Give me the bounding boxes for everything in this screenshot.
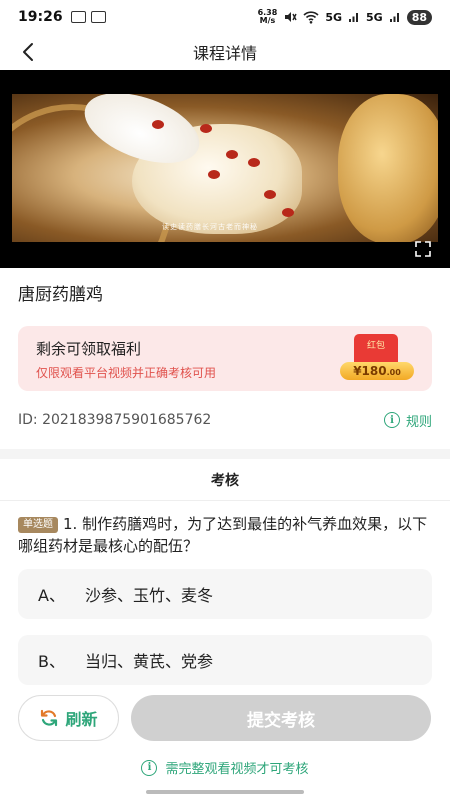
option-b[interactable]: B、 当归、黄芪、党参	[18, 635, 432, 685]
rules-label: 规则	[405, 414, 432, 430]
pot-graphic	[338, 94, 438, 242]
course-detail-page: 19:26 6.38 M/s 5G 5G 88 课程详情 读史读药膳长河古老而神…	[0, 0, 450, 800]
benefit-card: 剩余可领取福利 仅限观看平台视频并正确考核可用 红包 ¥180.00	[18, 326, 432, 391]
red-packet-label: 红包	[366, 341, 385, 351]
goji-berry	[264, 190, 276, 199]
video-caption: 读史读药膳长河古老而神秘	[162, 223, 258, 231]
course-id: ID: 2021839875901685762	[18, 412, 212, 428]
mute-icon	[285, 12, 297, 22]
section-divider	[0, 449, 450, 459]
goji-berry	[152, 120, 164, 129]
id-row: ID: 2021839875901685762 i 规则	[0, 391, 450, 449]
course-title: 唐厨药膳鸡	[18, 285, 103, 305]
app-notification-icon	[90, 11, 106, 23]
back-button[interactable]	[14, 38, 42, 66]
notice-text: 需完整观看视频才可考核	[165, 762, 309, 777]
question-type-badge: 单选题	[18, 517, 58, 533]
option-text: 沙参、玉竹、麦冬	[84, 586, 213, 605]
video-player[interactable]: 读史读药膳长河古老而神秘	[0, 70, 450, 268]
goji-berry	[226, 150, 238, 159]
page-title: 课程详情	[192, 44, 257, 63]
video-frame: 读史读药膳长河古老而神秘	[12, 94, 438, 242]
refresh-button[interactable]: 刷新	[18, 695, 119, 741]
goji-berry	[208, 170, 220, 179]
submit-exam-button[interactable]: 提交考核	[131, 695, 431, 741]
goji-berry	[248, 158, 260, 167]
option-text: 当归、黄芪、党参	[84, 652, 213, 671]
tab-exam[interactable]: 考核	[211, 470, 239, 490]
option-key: A、	[38, 586, 65, 605]
status-right: 6.38 M/s 5G 5G 88	[258, 9, 432, 25]
battery-level: 88	[406, 9, 432, 25]
signal-bars-icon	[349, 13, 358, 22]
status-bar: 19:26 6.38 M/s 5G 5G 88	[0, 0, 450, 34]
refresh-icon	[41, 709, 58, 727]
info-icon: i	[141, 759, 158, 776]
status-notification-icons	[70, 11, 106, 23]
refresh-label: 刷新	[65, 710, 98, 729]
goji-berry	[200, 124, 212, 133]
goji-berry	[282, 208, 294, 217]
question-text: 1. 制作药膳鸡时，为了达到最佳的补气养血效果，以下哪组药材是最核心的配伍？	[18, 515, 428, 555]
watch-notice: i 需完整观看视频才可考核	[0, 758, 450, 777]
rules-link[interactable]: i 规则	[383, 411, 432, 430]
network-speed: 6.38 M/s	[258, 9, 278, 25]
chevron-left-icon	[23, 43, 33, 61]
amount-main: ¥180	[353, 364, 387, 378]
option-key: B、	[38, 652, 65, 671]
signal-5g-icon: 5G	[325, 10, 342, 24]
question: 单选题 1. 制作药膳鸡时，为了达到最佳的补气养血效果，以下哪组药材是最核心的配伍…	[0, 501, 450, 557]
option-a[interactable]: A、 沙参、玉竹、麦冬	[18, 569, 432, 619]
info-icon: i	[383, 412, 400, 428]
status-time: 19:26	[18, 9, 63, 25]
tab-bar: 考核	[0, 459, 450, 501]
wifi-icon	[303, 10, 319, 24]
net-speed-unit: M/s	[259, 16, 276, 25]
home-indicator[interactable]	[146, 790, 304, 794]
amount-decimal: .00	[386, 368, 401, 377]
screenshot-icon	[70, 11, 86, 23]
red-packet-amount: ¥180.00	[340, 362, 414, 380]
signal-bars-icon-2	[389, 13, 399, 22]
nav-bar: 课程详情	[0, 34, 450, 70]
red-packet-icon: 红包 ¥180.00	[340, 334, 414, 386]
bottom-action-bar: 刷新 提交考核 i 需完整观看视频才可考核	[0, 686, 450, 800]
fullscreen-icon[interactable]	[414, 240, 432, 258]
signal-5g-icon-2: 5G	[366, 10, 383, 24]
